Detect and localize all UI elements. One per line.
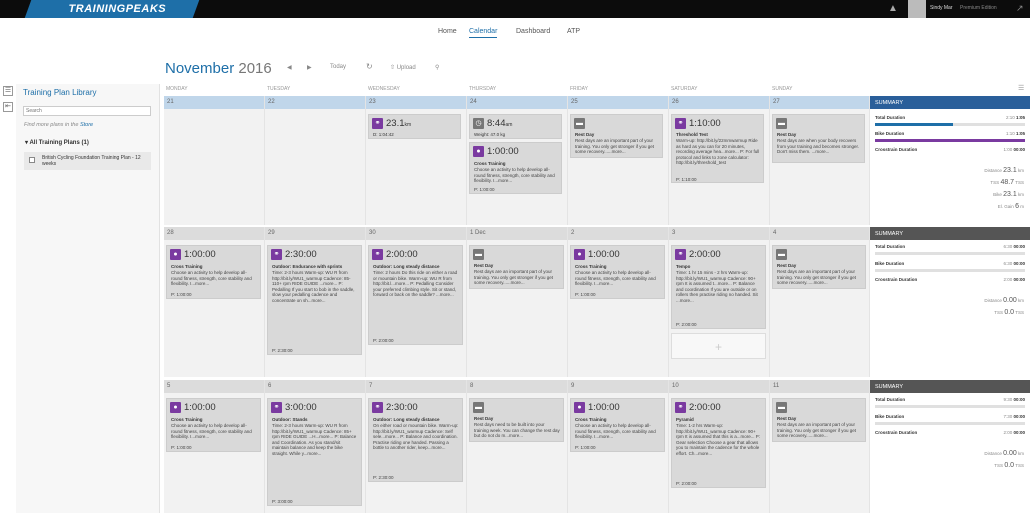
rest-day-card[interactable]: ▬ Rest Day Rest days are an important pa… <box>772 245 866 289</box>
bike-progress <box>875 269 1025 272</box>
day-cell[interactable]: 21 <box>164 96 265 225</box>
bike-icon: ⚭ <box>372 249 383 260</box>
main-nav: Home Calendar Dashboard ATP <box>0 28 1030 42</box>
bike-icon: ⚭ <box>675 402 686 413</box>
workout-card[interactable]: ● 1:00:00 Cross Training Choose an activ… <box>570 245 665 299</box>
plan-item[interactable]: British Cycling Foundation Training Plan… <box>24 152 151 170</box>
total-progress <box>875 405 1025 408</box>
workout-card[interactable]: ⚭ 3:00:00 Outdoor: Stands Time: 2-3 hour… <box>267 398 362 506</box>
rest-icon: ▬ <box>473 249 484 260</box>
workout-card[interactable]: ● 1:00:00 Cross Training Choose an activ… <box>570 398 665 452</box>
summary-header: SUMMARY <box>870 227 1030 240</box>
workout-card[interactable]: ⚭ 2:00:00 Pyramid Time: 1-2 hrs Warm-up:… <box>671 398 766 488</box>
workout-card[interactable]: ⚭ 2:00:00 Tempo Time: 1 hr 15 mins - 2 h… <box>671 245 766 329</box>
bike-icon: ⚭ <box>675 249 686 260</box>
workout-card[interactable]: ● 1:00:00 Cross Training Choose an activ… <box>469 142 562 194</box>
trainingpeaks-logo[interactable]: TRAININGPEAKS <box>24 0 200 18</box>
year-label: 2016 <box>238 60 272 77</box>
settings-icon[interactable]: ☰ <box>1018 84 1024 92</box>
top-bar: TRAININGPEAKS ▲ Sindy Mar Premium Editio… <box>0 0 1030 18</box>
workout-card[interactable]: ⚭ 2:30:00 Outdoor: Long steady distance … <box>368 398 463 482</box>
week-summary: Total Duration 2:10 1:05 Bike Duration 1:1… <box>870 109 1030 225</box>
summary-header: SUMMARY <box>870 380 1030 393</box>
strength-icon: ● <box>574 402 585 413</box>
day-header: SUNDAY <box>772 86 793 92</box>
today-button[interactable]: Today <box>330 64 346 70</box>
month-label: November <box>165 60 235 77</box>
user-name[interactable]: Sindy Mar <box>930 5 953 11</box>
bike-icon: ⚭ <box>675 118 686 129</box>
week-summary: Total Duration 9:30 00:00 Bike Duration 7:… <box>870 393 1030 513</box>
day-cell[interactable]: 22 <box>265 96 366 225</box>
bike-icon: ⚭ <box>372 118 383 129</box>
strength-icon: ● <box>473 146 484 157</box>
search-icon[interactable]: ⚲ <box>435 64 439 71</box>
total-progress <box>875 123 1025 126</box>
workout-card[interactable]: ● 1:00:00 Cross Training Choose an activ… <box>166 245 261 299</box>
bike-icon: ⚭ <box>271 402 282 413</box>
day-header: FRIDAY <box>570 86 588 92</box>
page-title: November 2016 <box>165 60 272 77</box>
week-row: 28 29 30 1 Dec 2 3 4 SUMMARY ● 1:00:00 C… <box>164 227 1030 377</box>
rest-day-card[interactable]: ▬ Rest Day Rest days are an important pa… <box>772 398 866 442</box>
bike-icon: ⚭ <box>271 249 282 260</box>
rest-icon: ▬ <box>776 402 787 413</box>
workout-card[interactable]: ⚭ 2:30:00 Outdoor: Endurance with sprint… <box>267 245 362 355</box>
add-workout-button[interactable]: + <box>671 333 766 359</box>
metrics-card[interactable]: ◷ 8:44am Weight: 47.0 kg <box>469 114 562 139</box>
collapse-icon[interactable]: ⇤ <box>3 102 13 112</box>
workout-card[interactable]: ⚭ 1:10:00 Threshold Test Warm-up: http:/… <box>671 114 764 183</box>
summary-header: SUMMARY <box>870 96 1030 109</box>
nav-dashboard[interactable]: Dashboard <box>516 28 550 35</box>
rest-icon: ▬ <box>776 118 787 129</box>
plan-icon <box>29 157 35 163</box>
rest-icon: ▬ <box>776 249 787 260</box>
side-toolbar: ☰ ⇤ <box>0 84 16 114</box>
total-progress <box>875 252 1025 255</box>
day-header: THURSDAY <box>469 86 497 92</box>
nav-home[interactable]: Home <box>438 28 457 35</box>
workout-card[interactable]: ⚭ 2:00:00 Outdoor: Long steady distance … <box>368 245 463 345</box>
rest-day-card[interactable]: ▬ Rest Day Rest days are an important pa… <box>570 114 663 158</box>
week-row: 21 22 23 24 25 26 27 SUMMARY ⚭ 23.1km D:… <box>164 96 1030 225</box>
rest-day-card[interactable]: ▬ Rest Day Rest days need to be built in… <box>469 398 564 442</box>
library-icon[interactable]: ☰ <box>3 86 13 96</box>
day-header: WEDNESDAY <box>368 86 400 92</box>
avatar[interactable] <box>908 0 926 18</box>
day-header: TUESDAY <box>267 86 291 92</box>
upload-button[interactable]: ⇧ Upload <box>390 64 416 71</box>
week-summary: Total Duration 6:30 00:00 Bike Duration 6:… <box>870 240 1030 377</box>
refresh-icon[interactable]: ↻ <box>366 62 373 71</box>
bike-icon: ⚭ <box>372 402 383 413</box>
all-plans-toggle[interactable]: ▾ All Training Plans (1) <box>25 139 89 146</box>
week-row: 5 6 7 8 9 10 11 SUMMARY ● 1:00:00 Cross … <box>164 380 1030 513</box>
library-search-input[interactable] <box>23 106 151 116</box>
next-month-icon[interactable]: ▶ <box>307 64 312 71</box>
expand-icon[interactable]: ↗ <box>1016 3 1024 14</box>
day-header: SATURDAY <box>671 86 698 92</box>
nav-calendar[interactable]: Calendar <box>469 28 498 38</box>
find-more-text: Find more plans in the Store <box>24 122 94 128</box>
prev-month-icon[interactable]: ◀ <box>287 64 292 71</box>
strength-icon: ● <box>170 402 181 413</box>
bell-icon[interactable]: ▲ <box>888 3 900 15</box>
strength-icon: ● <box>170 249 181 260</box>
bike-progress <box>875 139 1025 142</box>
rest-day-card[interactable]: ▬ Rest Day Rest days are an important pa… <box>469 245 564 289</box>
store-link[interactable]: Store <box>80 122 93 128</box>
metrics-icon: ◷ <box>473 118 484 129</box>
edition-label: Premium Edition <box>960 5 997 11</box>
rest-day-card[interactable]: ▬ Rest Day Rest days are when your body … <box>772 114 865 163</box>
nav-atp[interactable]: ATP <box>567 28 580 35</box>
workout-card[interactable]: ⚭ 23.1km D: 1:04:42 <box>368 114 461 139</box>
library-title: Training Plan Library <box>23 88 97 97</box>
day-header: MONDAY <box>166 86 188 92</box>
rest-icon: ▬ <box>473 402 484 413</box>
training-plan-library: Training Plan Library Find more plans in… <box>16 84 160 513</box>
strength-icon: ● <box>574 249 585 260</box>
rest-icon: ▬ <box>574 118 585 129</box>
workout-card[interactable]: ● 1:00:00 Cross Training Choose an activ… <box>166 398 261 452</box>
bike-progress <box>875 422 1025 425</box>
